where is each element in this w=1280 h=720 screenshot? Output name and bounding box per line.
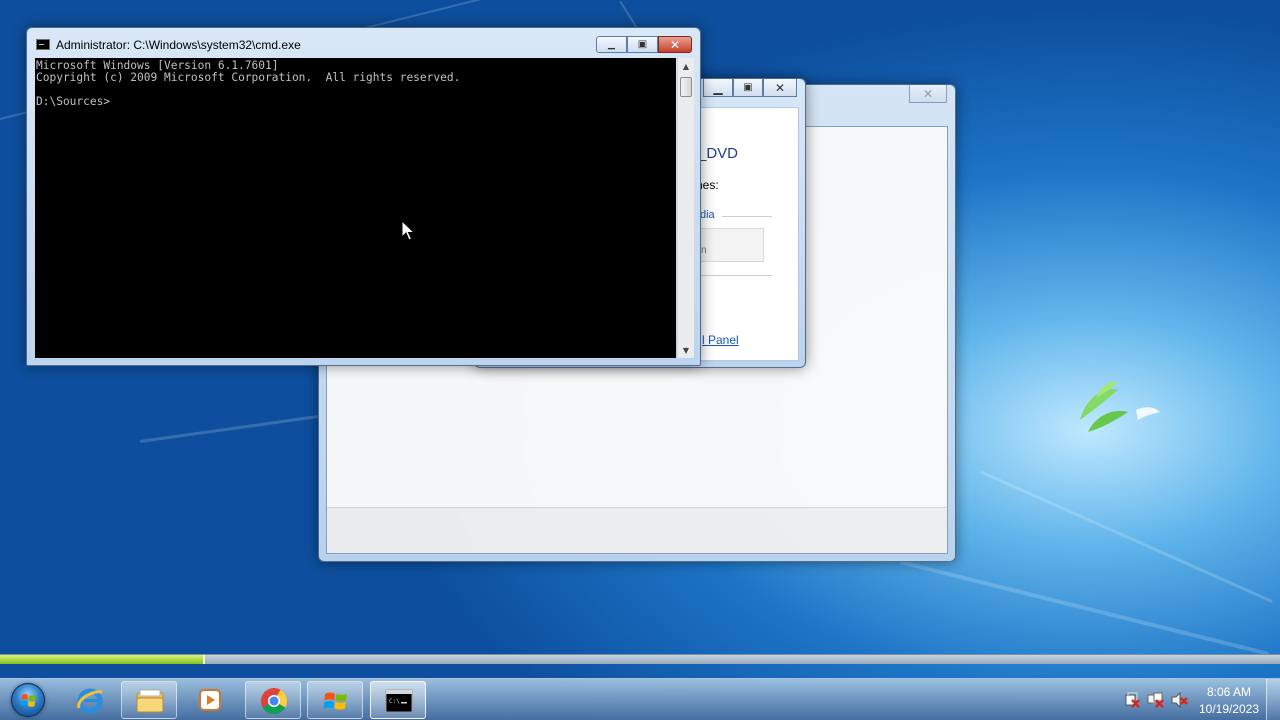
cmd-close-button[interactable]: ✕ [658,36,692,53]
wallpaper-logo-icon [1080,381,1160,432]
minimize-icon: ▁ [608,39,615,50]
desktop: ✕ ▁ ▣ ✕ _DVD nes: dia n l Panel Administ… [0,0,1280,678]
chrome-icon [261,688,288,715]
minimize-icon: ▁ [713,80,723,95]
cmd-title: Administrator: C:\Windows\system32\cmd.e… [56,38,301,52]
close-icon: ✕ [774,80,786,95]
setup-footer [327,507,947,553]
network-icon[interactable] [1147,692,1165,708]
dialog-control-panel-link[interactable]: l Panel [702,333,739,347]
taskbar-media-player[interactable] [182,681,238,719]
dialog-title-fragment: _DVD [698,145,739,162]
taskbar-command-prompt[interactable]: C:\ [370,681,426,719]
windows-logo-icon [11,683,45,717]
svg-text:C:\: C:\ [389,698,400,705]
show-desktop-button[interactable] [1266,679,1280,720]
start-button[interactable] [3,680,53,720]
file-explorer-icon [136,689,164,713]
close-icon: ✕ [922,86,934,101]
cmd-scrollbar[interactable]: ▲ ▼ [677,58,694,358]
dialog-close-button[interactable]: ✕ [763,79,797,97]
mouse-cursor-icon [401,220,415,241]
taskbar-file-explorer[interactable] [121,681,177,719]
cmd-titlebar[interactable]: Administrator: C:\Windows\system32\cmd.e… [27,28,700,58]
maximize-icon: ▣ [743,82,753,93]
scroll-up-icon[interactable]: ▲ [678,58,694,74]
cmd-maximize-button[interactable]: ▣ [627,36,658,53]
action-center-icon[interactable] [1123,692,1141,708]
clock-time: 8:06 AM [1206,685,1252,699]
dialog-media-link[interactable]: dia [700,209,715,221]
dialog-minimize-button[interactable]: ▁ [703,79,733,97]
cmd-console[interactable]: Microsoft Windows [Version 6.1.7601] Cop… [35,58,676,358]
cmd-minimize-button[interactable]: ▁ [596,36,627,53]
taskbar-internet-explorer[interactable] [62,681,118,719]
dialog-maximize-button[interactable]: ▣ [733,79,763,97]
cmd-icon[interactable] [36,39,50,50]
close-icon: ✕ [669,37,681,52]
progress-bar [0,654,1280,664]
media-player-icon [199,689,221,711]
console-prompt: D:\Sources> [36,95,111,108]
scroll-down-icon[interactable]: ▼ [678,342,694,358]
progress-fill [0,655,205,664]
command-prompt-icon: C:\ [385,689,413,713]
setup-close-button[interactable]: ✕ [909,85,947,103]
system-clock[interactable]: 8:06 AM 10/19/2023 [1194,684,1264,718]
volume-muted-icon[interactable] [1171,692,1189,708]
taskbar-windows-setup[interactable] [307,681,363,719]
console-line: Copyright (c) 2009 Microsoft Corporation… [36,71,461,84]
cmd-window[interactable]: Administrator: C:\Windows\system32\cmd.e… [26,27,701,366]
windows-setup-icon [323,692,347,710]
maximize-icon: ▣ [637,39,648,50]
divider [696,275,772,276]
clock-date: 10/19/2023 [1198,702,1260,716]
divider [722,216,772,217]
taskbar: C:\ [0,678,1280,720]
scroll-thumb[interactable] [680,77,692,97]
dialog-action-button-label: n [701,245,707,256]
internet-explorer-icon [77,688,103,714]
taskbar-chrome[interactable] [245,681,301,719]
wallpaper-streak [979,470,1273,604]
